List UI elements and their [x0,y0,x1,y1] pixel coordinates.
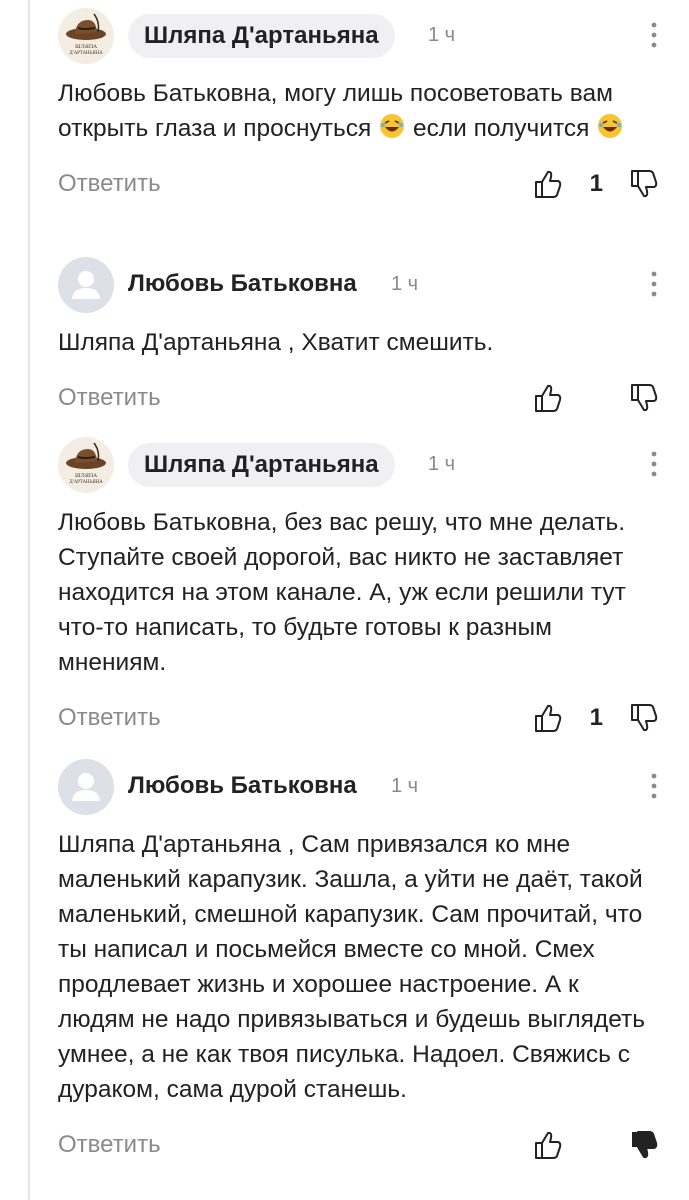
comment-time: 1 ч [391,775,419,797]
comment-header: ШЛЯПА Д'АРТАНЬЯНА Шляпа Д'артаньяна 1 ч [58,437,659,493]
thumbs-down-active-icon[interactable] [629,1129,659,1161]
rolling-laughing-emoji-icon [380,114,405,138]
comment-text: Шляпа Д'артаньяна , Сам привязался ко мн… [58,831,646,1103]
reply-button[interactable]: Ответить [58,170,161,198]
reply-button[interactable]: Ответить [58,704,161,732]
like-count: 1 [589,704,603,731]
comment-2: Любовь Батьковна 1 ч Шляпа Д'артаньяна ,… [58,257,659,420]
more-options-icon[interactable] [649,269,659,299]
comment-header: ШЛЯПА Д'АРТАНЬЯНА Шляпа Д'артаньяна 1 ч [58,8,659,64]
reply-button[interactable]: Ответить [58,384,161,412]
author-avatar[interactable]: ШЛЯПА Д'АРТАНЬЯНА [58,8,114,64]
comment-actions: Ответить 1 [58,166,659,206]
comment-text: Шляпа Д'артаньяна , Хватит смешить. [58,329,494,356]
thumbs-down-icon[interactable] [629,168,659,200]
svg-text:Д'АРТАНЬЯНА: Д'АРТАНЬЯНА [69,50,103,55]
hat-logo-icon: ШЛЯПА Д'АРТАНЬЯНА [66,442,106,484]
author-name[interactable]: Шляпа Д'артаньяна [128,14,395,58]
like-count: 1 [589,170,603,197]
author-avatar[interactable]: ШЛЯПА Д'АРТАНЬЯНА [58,437,114,493]
comment-actions: Ответить [58,1127,659,1167]
thumbs-down-icon[interactable] [629,382,659,414]
thread-line [28,0,30,1200]
thumbs-up-icon[interactable] [533,1129,563,1161]
rolling-laughing-emoji-icon [598,114,623,138]
author-name[interactable]: Любовь Батьковна [128,270,357,298]
author-avatar[interactable] [58,759,114,815]
comment-actions: Ответить [58,380,659,420]
thumbs-up-icon[interactable] [533,382,563,414]
author-name[interactable]: Любовь Батьковна [128,772,357,800]
hat-logo-icon: ШЛЯПА Д'АРТАНЬЯНА [66,13,106,55]
comment-time: 1 ч [428,24,456,46]
comment-actions: Ответить 1 [58,700,659,740]
comment-text: Любовь Батьковна, могу лишь посоветовать… [58,76,659,146]
thumbs-up-icon[interactable] [533,702,563,734]
author-name[interactable]: Шляпа Д'артаньяна [128,443,395,487]
thumbs-up-icon[interactable] [533,168,563,200]
user-placeholder-icon [72,773,100,801]
comment-3: ШЛЯПА Д'АРТАНЬЯНА Шляпа Д'артаньяна 1 ч … [58,437,659,740]
thumbs-down-icon[interactable] [629,702,659,734]
reply-button[interactable]: Ответить [58,1131,161,1159]
comment-text: Любовь Батьковна, без вас решу, что мне … [58,509,626,676]
comment-1: ШЛЯПА Д'АРТАНЬЯНА Шляпа Д'артаньяна 1 ч … [58,8,659,206]
more-options-icon[interactable] [649,20,659,50]
comment-4: Любовь Батьковна 1 ч Шляпа Д'артаньяна ,… [58,759,659,1167]
svg-text:Д'АРТАНЬЯНА: Д'АРТАНЬЯНА [69,479,103,484]
more-options-icon[interactable] [649,771,659,801]
user-placeholder-icon [72,271,100,299]
more-options-icon[interactable] [649,449,659,479]
comment-time: 1 ч [428,453,456,475]
comment-header: Любовь Батьковна 1 ч [58,759,659,815]
author-avatar[interactable] [58,257,114,313]
comment-header: Любовь Батьковна 1 ч [58,257,659,313]
comment-time: 1 ч [391,273,419,295]
